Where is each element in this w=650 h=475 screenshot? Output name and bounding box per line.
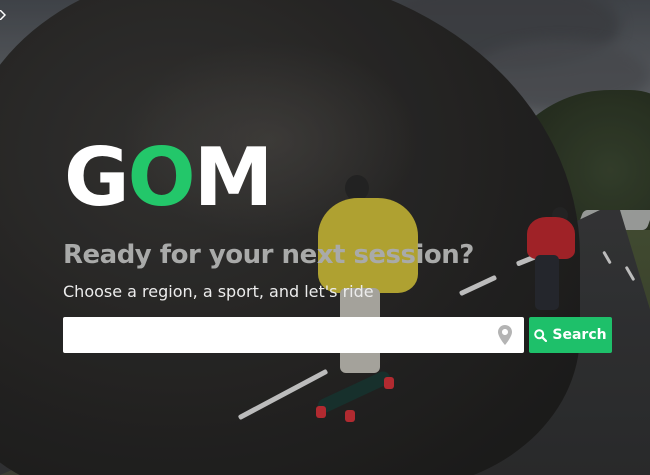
hero-subline: Choose a region, a sport, and let's ride: [63, 282, 374, 301]
dark-overlay: [0, 0, 650, 475]
search-bar: [63, 316, 524, 354]
search-icon: [534, 328, 548, 342]
search-input[interactable]: [75, 316, 498, 354]
logo-letter-o: O: [127, 131, 196, 224]
logo-letter-m: M: [193, 131, 274, 224]
hero-background-image: [0, 0, 650, 475]
search-button-label: Search: [552, 327, 607, 343]
corner-glyph-icon: [0, 10, 6, 20]
hero-headline: Ready for your next session?: [63, 240, 474, 270]
search-button[interactable]: Search: [529, 317, 612, 353]
gom-logo: GOM: [64, 138, 273, 218]
map-pin-icon[interactable]: [498, 325, 512, 345]
hero-section: GOM Ready for your next session? Choose …: [0, 0, 650, 475]
logo-letter-g: G: [64, 131, 130, 224]
